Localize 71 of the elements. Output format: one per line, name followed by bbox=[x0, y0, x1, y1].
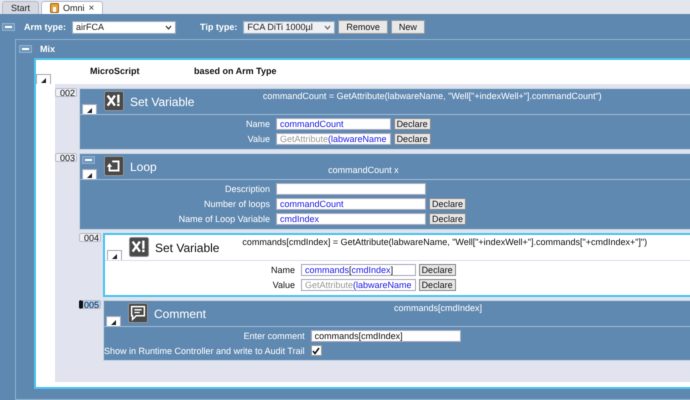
checkmark-icon bbox=[312, 346, 320, 354]
input-field[interactable]: commands[cmdIndex] bbox=[310, 330, 461, 342]
declare-button[interactable]: Declare bbox=[394, 118, 431, 130]
expand-toggle[interactable] bbox=[82, 104, 97, 114]
input-field[interactable]: GetAttribute(labwareName bbox=[276, 133, 391, 145]
triangle-icon bbox=[111, 320, 116, 325]
tab[interactable]: Start bbox=[2, 1, 40, 14]
step-number[interactable]: 002 bbox=[55, 88, 77, 97]
step-title: Loop bbox=[130, 160, 157, 176]
collapse-button[interactable] bbox=[2, 23, 15, 31]
expand-toggle[interactable] bbox=[106, 316, 121, 326]
input-field[interactable]: commands[cmdIndex] bbox=[301, 264, 416, 276]
input-field[interactable]: cmdIndex bbox=[276, 213, 426, 225]
input-field[interactable]: commandCount bbox=[276, 198, 426, 210]
minus-icon bbox=[22, 48, 29, 50]
close-button[interactable]: × bbox=[88, 2, 94, 14]
field-label: Value bbox=[272, 280, 296, 290]
field-label: Name bbox=[270, 265, 296, 275]
collapse-button[interactable] bbox=[82, 156, 95, 164]
minus-icon bbox=[85, 159, 92, 161]
triangle-icon bbox=[87, 173, 92, 178]
tip-type-label: Tip type: bbox=[200, 22, 238, 32]
input-field[interactable]: GetAttribute(labwareName bbox=[301, 279, 416, 291]
input-field[interactable] bbox=[276, 183, 426, 195]
declare-button[interactable]: Declare bbox=[418, 264, 456, 276]
checkbox[interactable] bbox=[310, 345, 322, 356]
arm-type-label: Arm type: bbox=[24, 22, 66, 32]
step-expression: commands[cmdIndex] = GetAttribute(labwareName, "Well["+indexWell+"].commands["+cmdIndex+"]") bbox=[241, 237, 648, 249]
caret-icon bbox=[324, 24, 332, 30]
tab[interactable]: Omni × bbox=[41, 1, 104, 14]
home-icon bbox=[50, 3, 60, 13]
minus-icon bbox=[5, 26, 12, 28]
triangle-icon bbox=[41, 78, 46, 83]
declare-button[interactable]: Declare bbox=[429, 213, 466, 225]
caret-icon bbox=[165, 24, 172, 30]
field-label: Number of loops bbox=[202, 199, 271, 209]
step-number[interactable]: 003 bbox=[55, 153, 77, 162]
step-expression: commandCount x bbox=[327, 165, 400, 177]
arm-type-dropdown[interactable]: airFCA bbox=[72, 20, 176, 34]
expand-toggle[interactable] bbox=[107, 250, 122, 260]
x-exclamation-icon bbox=[129, 237, 149, 257]
toolbar-button[interactable]: Remove bbox=[338, 20, 388, 34]
section-title: Mix bbox=[40, 44, 56, 54]
step-number[interactable]: 005 bbox=[79, 300, 101, 309]
field-label: Name of Loop Variable bbox=[178, 214, 271, 224]
column-header: MicroScript bbox=[90, 66, 140, 76]
checkbox-label: Show in Runtime Controller and write to Audit Trail bbox=[104, 346, 306, 356]
field-label: Value bbox=[246, 134, 271, 144]
step-title: Set Variable bbox=[130, 95, 194, 111]
step-expression: commands[cmdIndex] bbox=[392, 303, 484, 315]
declare-button[interactable]: Declare bbox=[429, 198, 466, 210]
step-title: Set Variable bbox=[155, 241, 220, 257]
declare-button[interactable]: Declare bbox=[394, 133, 431, 145]
field-label: Enter comment bbox=[242, 331, 306, 341]
field-label: Name bbox=[244, 119, 271, 129]
input-field[interactable]: commandCount bbox=[276, 118, 391, 130]
step-expression: commandCount = GetAttribute(labwareName, "Well["+indexWell+"].commandCount") bbox=[262, 91, 603, 103]
triangle-icon bbox=[87, 108, 92, 113]
comment-icon bbox=[128, 303, 148, 323]
field-label: Description bbox=[224, 184, 271, 194]
step-title: Comment bbox=[154, 307, 206, 323]
column-header: based on Arm Type bbox=[194, 66, 277, 76]
expand-toggle[interactable] bbox=[36, 74, 51, 84]
x-exclamation-icon bbox=[104, 91, 124, 111]
triangle-icon bbox=[112, 254, 117, 259]
toolbar-button[interactable]: New bbox=[390, 20, 425, 34]
collapse-button[interactable] bbox=[19, 45, 32, 53]
step-number[interactable]: 004 bbox=[79, 233, 101, 242]
declare-button[interactable]: Declare bbox=[418, 279, 456, 291]
tip-type-dropdown[interactable]: FCA DiTi 1000µl bbox=[243, 20, 336, 34]
expand-toggle[interactable] bbox=[82, 169, 97, 179]
